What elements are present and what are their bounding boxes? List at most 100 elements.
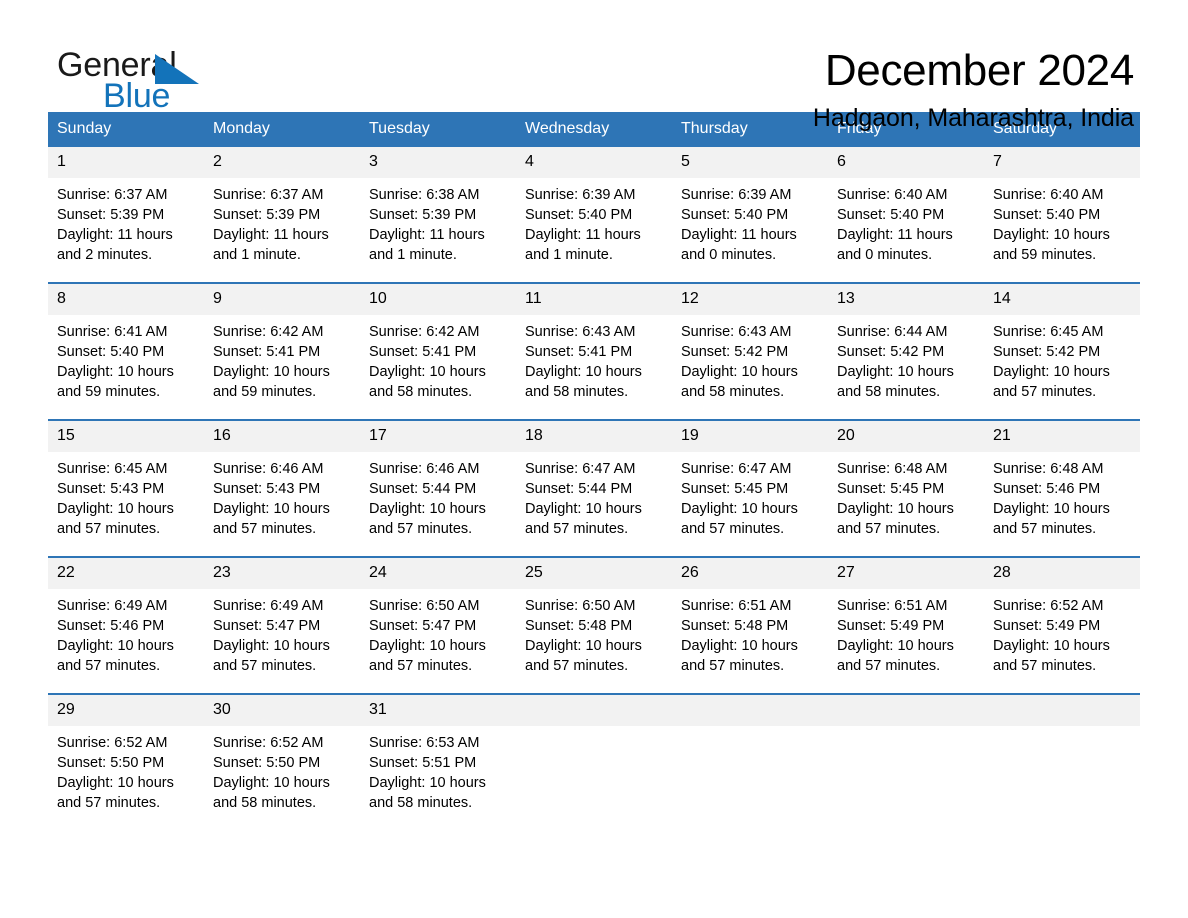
calendar-day-cell[interactable]: 29 Sunrise: 6:52 AM Sunset: 5:50 PM Dayligh… bbox=[48, 695, 204, 830]
calendar-day-cell[interactable]: 7 Sunrise: 6:40 AM Sunset: 5:40 PM Daylight… bbox=[984, 147, 1140, 282]
daylight-text: Daylight: 10 hours and 58 minutes. bbox=[369, 364, 486, 400]
calendar-cell: 20 Sunrise: 6:48 AM Sunset: 5:45 PM Dayligh… bbox=[828, 419, 984, 557]
calendar-day-cell[interactable]: 3 Sunrise: 6:38 AM Sunset: 5:39 PM Daylight… bbox=[360, 147, 516, 282]
day-number: 18 bbox=[516, 421, 672, 452]
calendar-cell bbox=[828, 693, 984, 830]
calendar-table: Sunday Monday Tuesday Wednesday Thursday… bbox=[48, 112, 1140, 830]
sunset-text: Sunset: 5:41 PM bbox=[213, 344, 321, 360]
sunset-text: Sunset: 5:43 PM bbox=[213, 481, 321, 497]
day-details: Sunrise: 6:47 AM Sunset: 5:44 PM Daylight:… bbox=[516, 452, 672, 539]
day-number: 16 bbox=[204, 421, 360, 452]
daylight-text: Daylight: 10 hours and 57 minutes. bbox=[57, 638, 174, 674]
calendar-day-cell[interactable]: 13 Sunrise: 6:44 AM Sunset: 5:42 PM Dayligh… bbox=[828, 284, 984, 419]
calendar-day-cell[interactable]: 15 Sunrise: 6:45 AM Sunset: 5:43 PM Dayligh… bbox=[48, 421, 204, 556]
calendar-day-cell[interactable]: 18 Sunrise: 6:47 AM Sunset: 5:44 PM Dayligh… bbox=[516, 421, 672, 556]
calendar-day-cell[interactable]: 24 Sunrise: 6:50 AM Sunset: 5:47 PM Dayligh… bbox=[360, 558, 516, 693]
day-details: Sunrise: 6:43 AM Sunset: 5:42 PM Daylight:… bbox=[672, 315, 828, 402]
daylight-text: Daylight: 10 hours and 59 minutes. bbox=[57, 364, 174, 400]
sunrise-text: Sunrise: 6:45 AM bbox=[57, 461, 168, 477]
calendar-cell: 28 Sunrise: 6:52 AM Sunset: 5:49 PM Dayligh… bbox=[984, 556, 1140, 694]
calendar-day-cell[interactable]: 26 Sunrise: 6:51 AM Sunset: 5:48 PM Dayligh… bbox=[672, 558, 828, 693]
calendar-cell: 22 Sunrise: 6:49 AM Sunset: 5:46 PM Dayligh… bbox=[48, 556, 204, 694]
calendar-cell: 30 Sunrise: 6:52 AM Sunset: 5:50 PM Dayligh… bbox=[204, 693, 360, 830]
day-details: Sunrise: 6:45 AM Sunset: 5:42 PM Daylight:… bbox=[984, 315, 1140, 402]
calendar-day-cell[interactable]: 22 Sunrise: 6:49 AM Sunset: 5:46 PM Dayligh… bbox=[48, 558, 204, 693]
calendar-day-cell[interactable]: 27 Sunrise: 6:51 AM Sunset: 5:49 PM Dayligh… bbox=[828, 558, 984, 693]
calendar-day-cell[interactable]: 19 Sunrise: 6:47 AM Sunset: 5:45 PM Dayligh… bbox=[672, 421, 828, 556]
day-details: Sunrise: 6:46 AM Sunset: 5:43 PM Daylight:… bbox=[204, 452, 360, 539]
logo-text-blue: Blue bbox=[103, 77, 171, 115]
sunrise-text: Sunrise: 6:49 AM bbox=[57, 598, 168, 614]
daylight-text: Daylight: 10 hours and 57 minutes. bbox=[837, 638, 954, 674]
sunset-text: Sunset: 5:40 PM bbox=[993, 207, 1101, 223]
day-details: Sunrise: 6:49 AM Sunset: 5:47 PM Daylight:… bbox=[204, 589, 360, 676]
calendar-day-cell[interactable]: 30 Sunrise: 6:52 AM Sunset: 5:50 PM Dayligh… bbox=[204, 695, 360, 830]
calendar-day-cell[interactable]: 14 Sunrise: 6:45 AM Sunset: 5:42 PM Dayligh… bbox=[984, 284, 1140, 419]
calendar-day-cell[interactable]: 23 Sunrise: 6:49 AM Sunset: 5:47 PM Dayligh… bbox=[204, 558, 360, 693]
sunrise-text: Sunrise: 6:50 AM bbox=[369, 598, 480, 614]
calendar-day-cell[interactable]: 2 Sunrise: 6:37 AM Sunset: 5:39 PM Daylight… bbox=[204, 147, 360, 282]
sunset-text: Sunset: 5:44 PM bbox=[525, 481, 633, 497]
day-details: Sunrise: 6:42 AM Sunset: 5:41 PM Daylight:… bbox=[360, 315, 516, 402]
calendar-cell: 8 Sunrise: 6:41 AM Sunset: 5:40 PM Daylight… bbox=[48, 282, 204, 420]
calendar-day-cell[interactable]: 10 Sunrise: 6:42 AM Sunset: 5:41 PM Dayligh… bbox=[360, 284, 516, 419]
calendar-day-cell[interactable]: 4 Sunrise: 6:39 AM Sunset: 5:40 PM Daylight… bbox=[516, 147, 672, 282]
calendar-day-cell[interactable]: 21 Sunrise: 6:48 AM Sunset: 5:46 PM Dayligh… bbox=[984, 421, 1140, 556]
calendar-day-cell[interactable]: 9 Sunrise: 6:42 AM Sunset: 5:41 PM Daylight… bbox=[204, 284, 360, 419]
day-details: Sunrise: 6:39 AM Sunset: 5:40 PM Daylight:… bbox=[516, 178, 672, 265]
day-number: 29 bbox=[48, 695, 204, 726]
calendar-day-cell[interactable]: 25 Sunrise: 6:50 AM Sunset: 5:48 PM Dayligh… bbox=[516, 558, 672, 693]
weekday-header-tuesday: Tuesday bbox=[360, 112, 516, 147]
daylight-text: Daylight: 10 hours and 57 minutes. bbox=[993, 364, 1110, 400]
day-number: 24 bbox=[360, 558, 516, 589]
sunrise-text: Sunrise: 6:51 AM bbox=[837, 598, 948, 614]
calendar-day-cell[interactable]: 12 Sunrise: 6:43 AM Sunset: 5:42 PM Dayligh… bbox=[672, 284, 828, 419]
calendar-day-cell[interactable]: 16 Sunrise: 6:46 AM Sunset: 5:43 PM Dayligh… bbox=[204, 421, 360, 556]
calendar-day-cell[interactable]: 17 Sunrise: 6:46 AM Sunset: 5:44 PM Dayligh… bbox=[360, 421, 516, 556]
calendar-day-cell[interactable]: 8 Sunrise: 6:41 AM Sunset: 5:40 PM Daylight… bbox=[48, 284, 204, 419]
day-details: Sunrise: 6:37 AM Sunset: 5:39 PM Daylight:… bbox=[204, 178, 360, 265]
sunrise-text: Sunrise: 6:44 AM bbox=[837, 324, 948, 340]
day-details: Sunrise: 6:52 AM Sunset: 5:50 PM Daylight:… bbox=[204, 726, 360, 813]
day-number: 14 bbox=[984, 284, 1140, 315]
day-number: 19 bbox=[672, 421, 828, 452]
calendar-day-cell[interactable]: 31 Sunrise: 6:53 AM Sunset: 5:51 PM Dayligh… bbox=[360, 695, 516, 830]
calendar-cell: 16 Sunrise: 6:46 AM Sunset: 5:43 PM Dayligh… bbox=[204, 419, 360, 557]
day-details: Sunrise: 6:40 AM Sunset: 5:40 PM Daylight:… bbox=[828, 178, 984, 265]
sunset-text: Sunset: 5:45 PM bbox=[681, 481, 789, 497]
calendar-day-cell[interactable]: 5 Sunrise: 6:39 AM Sunset: 5:40 PM Daylight… bbox=[672, 147, 828, 282]
sunrise-text: Sunrise: 6:45 AM bbox=[993, 324, 1104, 340]
day-number: 15 bbox=[48, 421, 204, 452]
calendar-day-cell[interactable]: 20 Sunrise: 6:48 AM Sunset: 5:45 PM Dayligh… bbox=[828, 421, 984, 556]
calendar-day-cell[interactable]: 6 Sunrise: 6:40 AM Sunset: 5:40 PM Daylight… bbox=[828, 147, 984, 282]
day-number: 27 bbox=[828, 558, 984, 589]
sunset-text: Sunset: 5:43 PM bbox=[57, 481, 165, 497]
calendar-day-cell[interactable]: 28 Sunrise: 6:52 AM Sunset: 5:49 PM Dayligh… bbox=[984, 558, 1140, 693]
calendar-week-row: 1 Sunrise: 6:37 AM Sunset: 5:39 PM Daylight… bbox=[48, 147, 1140, 283]
general-blue-logo[interactable]: General Blue bbox=[57, 48, 257, 114]
sunset-text: Sunset: 5:41 PM bbox=[525, 344, 633, 360]
calendar-cell: 26 Sunrise: 6:51 AM Sunset: 5:48 PM Dayligh… bbox=[672, 556, 828, 694]
sunrise-text: Sunrise: 6:42 AM bbox=[369, 324, 480, 340]
sunset-text: Sunset: 5:50 PM bbox=[213, 755, 321, 771]
sunset-text: Sunset: 5:46 PM bbox=[993, 481, 1101, 497]
day-details: Sunrise: 6:51 AM Sunset: 5:49 PM Daylight:… bbox=[828, 589, 984, 676]
daylight-text: Daylight: 10 hours and 57 minutes. bbox=[57, 501, 174, 537]
calendar-day-cell[interactable]: 11 Sunrise: 6:43 AM Sunset: 5:41 PM Dayligh… bbox=[516, 284, 672, 419]
calendar-cell: 5 Sunrise: 6:39 AM Sunset: 5:40 PM Daylight… bbox=[672, 147, 828, 283]
day-details: Sunrise: 6:46 AM Sunset: 5:44 PM Daylight:… bbox=[360, 452, 516, 539]
day-number: 12 bbox=[672, 284, 828, 315]
sunrise-text: Sunrise: 6:51 AM bbox=[681, 598, 792, 614]
calendar-cell: 23 Sunrise: 6:49 AM Sunset: 5:47 PM Dayligh… bbox=[204, 556, 360, 694]
sunrise-text: Sunrise: 6:39 AM bbox=[681, 187, 792, 203]
title-block: December 2024 Hadgaon, Maharashtra, Indi… bbox=[813, 46, 1134, 134]
sunrise-text: Sunrise: 6:40 AM bbox=[993, 187, 1104, 203]
daylight-text: Daylight: 10 hours and 58 minutes. bbox=[525, 364, 642, 400]
calendar-day-cell[interactable]: 1 Sunrise: 6:37 AM Sunset: 5:39 PM Daylight… bbox=[48, 147, 204, 282]
calendar-cell: 2 Sunrise: 6:37 AM Sunset: 5:39 PM Daylight… bbox=[204, 147, 360, 283]
sunset-text: Sunset: 5:42 PM bbox=[837, 344, 945, 360]
day-number bbox=[672, 695, 828, 726]
calendar-cell: 12 Sunrise: 6:43 AM Sunset: 5:42 PM Dayligh… bbox=[672, 282, 828, 420]
sunrise-text: Sunrise: 6:49 AM bbox=[213, 598, 324, 614]
day-details: Sunrise: 6:53 AM Sunset: 5:51 PM Daylight:… bbox=[360, 726, 516, 813]
